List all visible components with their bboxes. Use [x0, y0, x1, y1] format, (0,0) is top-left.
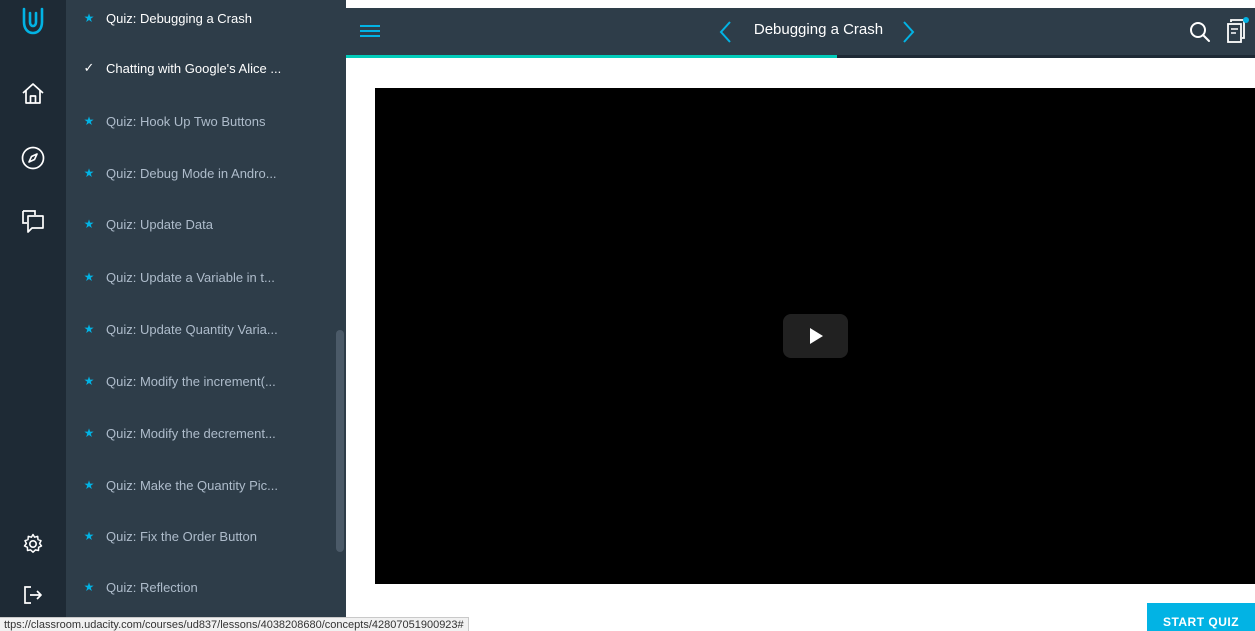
lesson-item[interactable]: ★ Quiz: Make the Quantity Pic... [66, 465, 334, 505]
lesson-label: Quiz: Update a Variable in t... [106, 269, 275, 285]
star-icon: ★ [83, 374, 95, 388]
icon-rail [0, 0, 66, 631]
lesson-item[interactable]: ★ Quiz: Update a Variable in t... [66, 257, 334, 297]
start-quiz-button[interactable]: START QUIZ [1147, 603, 1255, 631]
lesson-list: ★ Quiz: Debugging a Crash ✓ Chatting wit… [66, 0, 346, 618]
concept-progress-fill [346, 55, 837, 58]
menu-icon[interactable] [360, 22, 380, 42]
chevron-left-icon[interactable] [716, 17, 736, 47]
video-player[interactable] [375, 88, 1255, 584]
star-icon: ★ [83, 166, 95, 180]
lesson-item[interactable]: ★ Quiz: Debug Mode in Andro... [66, 153, 334, 193]
lesson-item[interactable]: ★ Quiz: Update Quantity Varia... [66, 309, 334, 349]
lesson-item[interactable]: ✓ Chatting with Google's Alice ... [66, 48, 334, 88]
star-icon: ★ [83, 114, 95, 128]
resources-icon[interactable] [1224, 17, 1250, 47]
search-icon[interactable] [1188, 19, 1212, 45]
lesson-label: Quiz: Hook Up Two Buttons [106, 113, 266, 129]
logout-icon[interactable] [17, 579, 49, 611]
lesson-item[interactable]: ★ Quiz: Hook Up Two Buttons [66, 101, 334, 141]
star-icon: ★ [83, 217, 95, 231]
lesson-list-scrollbar[interactable] [336, 330, 344, 552]
gear-icon[interactable] [17, 528, 49, 560]
lesson-item[interactable]: ★ Quiz: Fix the Order Button [66, 516, 334, 556]
chat-icon[interactable] [17, 205, 49, 237]
star-icon: ★ [83, 529, 95, 543]
home-icon[interactable] [17, 77, 49, 109]
lesson-item[interactable]: ★ Quiz: Update Data [66, 204, 334, 244]
check-icon: ✓ [83, 60, 95, 76]
play-icon [809, 328, 823, 344]
lesson-label: Quiz: Update Quantity Varia... [106, 321, 278, 337]
udacity-logo-icon[interactable] [17, 5, 49, 37]
star-icon: ★ [83, 478, 95, 492]
lesson-label: Quiz: Debug Mode in Andro... [106, 165, 277, 181]
lesson-label: Quiz: Reflection [106, 579, 198, 595]
lesson-item[interactable]: ★ Quiz: Reflection [66, 567, 334, 607]
lesson-label: Quiz: Make the Quantity Pic... [106, 477, 278, 493]
star-icon: ★ [83, 580, 95, 594]
lesson-label: Quiz: Debugging a Crash [106, 10, 252, 26]
star-icon: ★ [83, 270, 95, 284]
lesson-item[interactable]: ★ Quiz: Modify the decrement... [66, 413, 334, 453]
lesson-label: Quiz: Update Data [106, 216, 213, 232]
star-icon: ★ [83, 11, 95, 25]
lesson-label: Quiz: Modify the decrement... [106, 425, 276, 441]
chevron-right-icon[interactable] [898, 17, 918, 47]
lesson-item[interactable]: ★ Quiz: Modify the increment(... [66, 361, 334, 401]
status-bar-url: ttps://classroom.udacity.com/courses/ud8… [0, 617, 469, 631]
compass-icon[interactable] [17, 142, 49, 174]
concept-progress-bar [346, 55, 1255, 58]
lesson-label: Quiz: Fix the Order Button [106, 528, 258, 544]
play-button[interactable] [783, 314, 848, 358]
star-icon: ★ [83, 322, 95, 336]
lesson-item-current[interactable]: ★ Quiz: Debugging a Crash [66, 0, 334, 38]
star-icon: ★ [83, 426, 95, 440]
lesson-label: Chatting with Google's Alice ... [106, 60, 282, 76]
concept-header: Debugging a Crash [346, 8, 1255, 57]
concept-title: Debugging a Crash [753, 21, 884, 38]
lesson-label: Quiz: Modify the increment(... [106, 373, 276, 389]
